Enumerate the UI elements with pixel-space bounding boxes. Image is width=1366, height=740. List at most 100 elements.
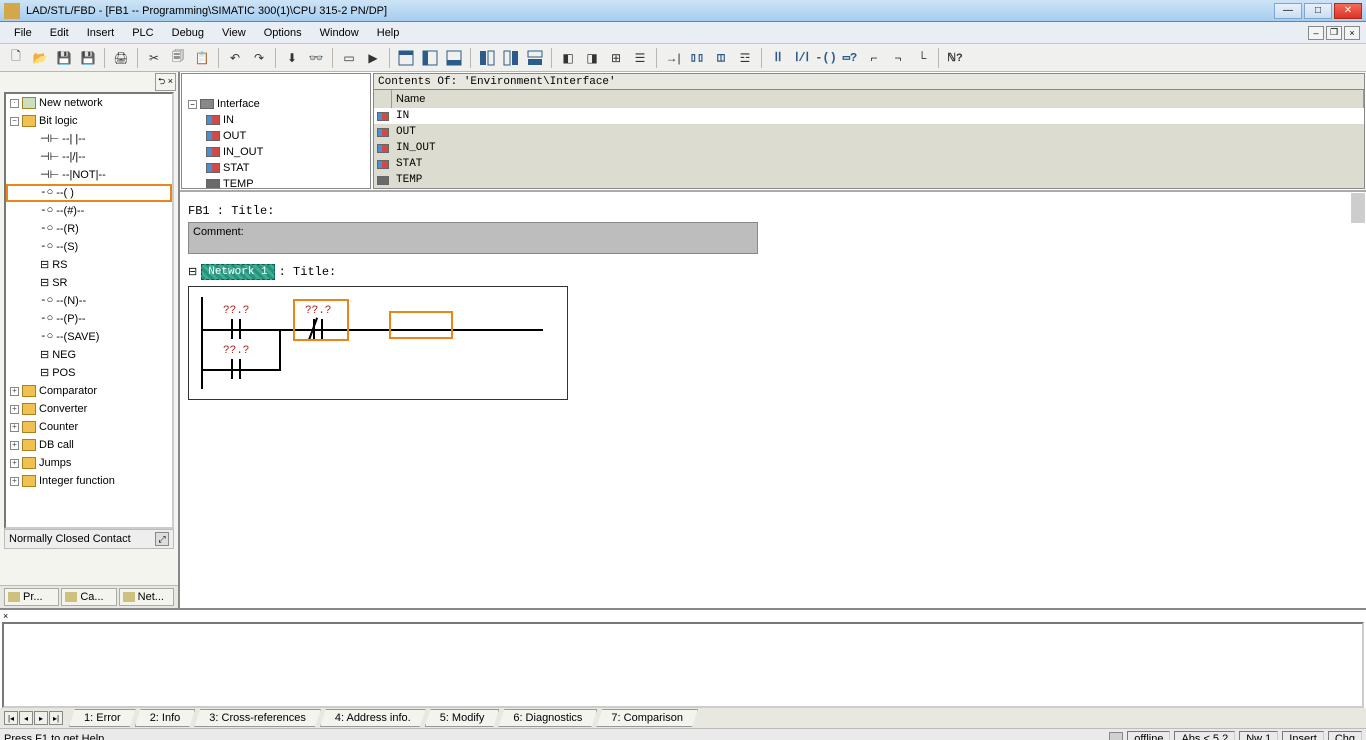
menu-window[interactable]: Window bbox=[312, 25, 367, 41]
expand-icon[interactable]: + bbox=[10, 423, 19, 432]
iface-item-temp[interactable]: TEMP bbox=[223, 178, 254, 189]
undo-button[interactable]: ↶ bbox=[224, 47, 246, 69]
tab-diagnostics[interactable]: 6: Diagnostics bbox=[498, 709, 597, 727]
view2-button[interactable] bbox=[419, 47, 441, 69]
tree-item[interactable]: RS bbox=[52, 259, 67, 271]
interface-root[interactable]: Interface bbox=[217, 98, 260, 110]
new-file-button[interactable]: 🗋 bbox=[5, 47, 27, 69]
monitor-button[interactable]: 👓 bbox=[305, 47, 327, 69]
menu-options[interactable]: Options bbox=[256, 25, 310, 41]
tree-comparator[interactable]: Comparator bbox=[39, 385, 97, 397]
row-stat[interactable]: STAT bbox=[392, 156, 1364, 172]
menu-view[interactable]: View bbox=[214, 25, 254, 41]
interface-tree[interactable]: −Interface IN OUT IN_OUT STAT TEMP bbox=[181, 73, 371, 189]
operand-label[interactable]: ??.? bbox=[223, 305, 249, 317]
tool-a-button[interactable]: ◧ bbox=[557, 47, 579, 69]
tree-item[interactable]: --(#)-- bbox=[56, 205, 84, 217]
contact-no-button[interactable]: ⅼⅼ bbox=[767, 47, 789, 69]
block-button[interactable]: ▭ bbox=[338, 47, 360, 69]
row-inout[interactable]: IN_OUT bbox=[392, 140, 1364, 156]
tree-new-network[interactable]: New network bbox=[39, 97, 103, 109]
goto-label-button[interactable]: →| bbox=[662, 47, 684, 69]
save-button[interactable]: 💾 bbox=[53, 47, 75, 69]
tree-item[interactable]: SR bbox=[52, 277, 67, 289]
redo-button[interactable]: ↷ bbox=[248, 47, 270, 69]
tool-b-button[interactable]: ◨ bbox=[581, 47, 603, 69]
expand-icon[interactable]: + bbox=[10, 387, 19, 396]
box-button[interactable]: ▭? bbox=[839, 47, 861, 69]
tab-program[interactable]: Pr... bbox=[4, 588, 59, 606]
tab-prev-button[interactable]: ◂ bbox=[19, 711, 33, 725]
network-title[interactable]: : Title: bbox=[279, 265, 337, 279]
go-button[interactable]: ▶ bbox=[362, 47, 384, 69]
tree-item[interactable]: --| |-- bbox=[62, 133, 85, 145]
contact-nc-button[interactable]: ⅼ/ⅼ bbox=[791, 47, 813, 69]
minimize-button[interactable]: — bbox=[1274, 3, 1302, 19]
network-label[interactable]: Network 1 bbox=[201, 264, 274, 280]
tab-address[interactable]: 4: Address info. bbox=[320, 709, 426, 727]
tree-converter[interactable]: Converter bbox=[39, 403, 87, 415]
catalog-button[interactable]: ▯▯ bbox=[686, 47, 708, 69]
tab-network[interactable]: Net... bbox=[119, 588, 174, 606]
view3-button[interactable] bbox=[443, 47, 465, 69]
iface-item-in[interactable]: IN bbox=[223, 114, 234, 126]
save-all-button[interactable]: 💾 bbox=[77, 47, 99, 69]
tree-counter[interactable]: Counter bbox=[39, 421, 78, 433]
tree-item[interactable]: POS bbox=[52, 367, 75, 379]
branch-open-button[interactable]: ⌐ bbox=[863, 47, 885, 69]
tool-c-button[interactable]: ⊞ bbox=[605, 47, 627, 69]
tree-item[interactable]: --(N)-- bbox=[56, 295, 86, 307]
ladder-network[interactable]: ??.? ??.? ??.? bbox=[188, 286, 568, 400]
coil-button[interactable]: -() bbox=[815, 47, 837, 69]
overview-button[interactable]: ◫ bbox=[710, 47, 732, 69]
fb-title-label[interactable]: FB1 : Title: bbox=[188, 204, 1358, 218]
menu-file[interactable]: File bbox=[6, 25, 40, 41]
expand-icon[interactable]: + bbox=[10, 405, 19, 414]
catalog-tree[interactable]: ·New network −Bit logic ⊣⊢--| |-- ⊣⊢--|/… bbox=[4, 92, 174, 529]
tree-jumps[interactable]: Jumps bbox=[39, 457, 71, 469]
menu-help[interactable]: Help bbox=[369, 25, 408, 41]
help-expand-icon[interactable]: ⤢ bbox=[155, 532, 169, 546]
download-button[interactable]: ⬇ bbox=[281, 47, 303, 69]
view4-button[interactable] bbox=[476, 47, 498, 69]
menu-insert[interactable]: Insert bbox=[79, 25, 123, 41]
collapse-icon[interactable]: − bbox=[10, 117, 19, 126]
properties-button[interactable]: ☲ bbox=[734, 47, 756, 69]
tree-item[interactable]: NEG bbox=[52, 349, 76, 361]
tree-item[interactable]: --(S) bbox=[56, 241, 78, 253]
contact-no[interactable] bbox=[227, 359, 245, 379]
tree-item[interactable]: --(R) bbox=[56, 223, 79, 235]
expand-icon[interactable]: + bbox=[10, 441, 19, 450]
iface-item-out[interactable]: OUT bbox=[223, 130, 246, 142]
mdi-minimize-button[interactable]: – bbox=[1308, 26, 1324, 40]
copy-button[interactable]: 🗐 bbox=[167, 47, 189, 69]
tree-integer[interactable]: Integer function bbox=[39, 475, 115, 487]
tree-bit-logic[interactable]: Bit logic bbox=[39, 115, 78, 127]
catalog-close-button[interactable]: ⮌ × bbox=[155, 73, 176, 91]
help-context-button[interactable]: ℕ? bbox=[944, 47, 966, 69]
tab-first-button[interactable]: |◂ bbox=[4, 711, 18, 725]
mdi-restore-button[interactable]: ❐ bbox=[1326, 26, 1342, 40]
collapse-icon[interactable]: − bbox=[188, 100, 197, 109]
menu-edit[interactable]: Edit bbox=[42, 25, 77, 41]
branch-close-button[interactable]: ¬ bbox=[887, 47, 909, 69]
tab-comparison[interactable]: 7: Comparison bbox=[596, 709, 698, 727]
tree-dbcall[interactable]: DB call bbox=[39, 439, 74, 451]
tab-error[interactable]: 1: Error bbox=[69, 709, 136, 727]
connection-button[interactable]: └ bbox=[911, 47, 933, 69]
tool-d-button[interactable]: ☰ bbox=[629, 47, 651, 69]
iface-item-stat[interactable]: STAT bbox=[223, 162, 249, 174]
close-button[interactable]: ✕ bbox=[1334, 3, 1362, 19]
tab-call[interactable]: Ca... bbox=[61, 588, 116, 606]
print-button[interactable]: 🖨 bbox=[110, 47, 132, 69]
scrollbar-thumb[interactable] bbox=[1351, 193, 1365, 223]
menu-plc[interactable]: PLC bbox=[124, 25, 161, 41]
output-body[interactable] bbox=[2, 622, 1364, 708]
tab-crossref[interactable]: 3: Cross-references bbox=[194, 709, 321, 727]
row-out[interactable]: OUT bbox=[392, 124, 1364, 140]
menu-debug[interactable]: Debug bbox=[164, 25, 212, 41]
row-temp[interactable]: TEMP bbox=[392, 172, 1364, 188]
tree-item[interactable]: --|NOT|-- bbox=[62, 169, 106, 181]
tree-item[interactable]: --(P)-- bbox=[56, 313, 85, 325]
cut-button[interactable]: ✂ bbox=[143, 47, 165, 69]
